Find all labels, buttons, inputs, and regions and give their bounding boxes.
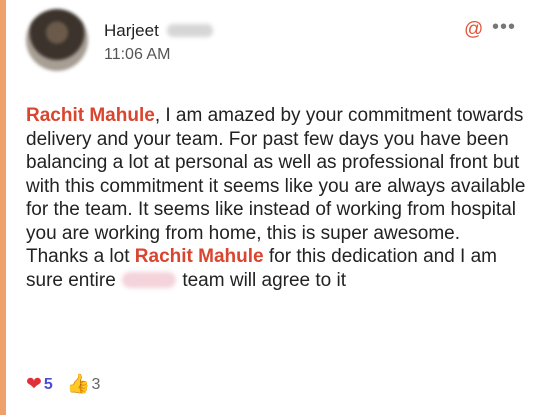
reactions-bar: ❤ 5 👍 3 [26, 375, 114, 394]
thumbs-up-count: 3 [91, 375, 101, 393]
author-name[interactable]: Harjeet [104, 21, 213, 41]
post-card: Harjeet 11:06 AM @ ••• Rachit Mahule, I … [0, 0, 540, 415]
accent-bar [0, 0, 6, 415]
redacted-team-name [122, 271, 177, 288]
message-text: , I am amazed by your commitment towards… [26, 105, 526, 267]
more-options-icon[interactable]: ••• [492, 16, 516, 39]
heart-count: 5 [43, 375, 53, 393]
mention-link[interactable]: Rachit Mahule [26, 105, 155, 126]
redacted-surname [166, 24, 213, 37]
post-timestamp: 11:06 AM [104, 46, 171, 63]
thumbs-up-icon: 👍 [66, 374, 91, 395]
thumbs-up-reaction[interactable]: 👍 3 [67, 375, 101, 394]
mention-icon[interactable]: @ [464, 19, 483, 41]
heart-icon: ❤ [26, 374, 42, 395]
post-message: Rachit Mahule, I am amazed by your commi… [26, 104, 526, 292]
mention-link[interactable]: Rachit Mahule [135, 246, 264, 267]
message-text: team will agree to it [177, 269, 347, 291]
avatar[interactable] [26, 9, 88, 71]
heart-reaction[interactable]: ❤ 5 [26, 375, 53, 394]
author-first-name[interactable]: Harjeet [104, 21, 159, 40]
